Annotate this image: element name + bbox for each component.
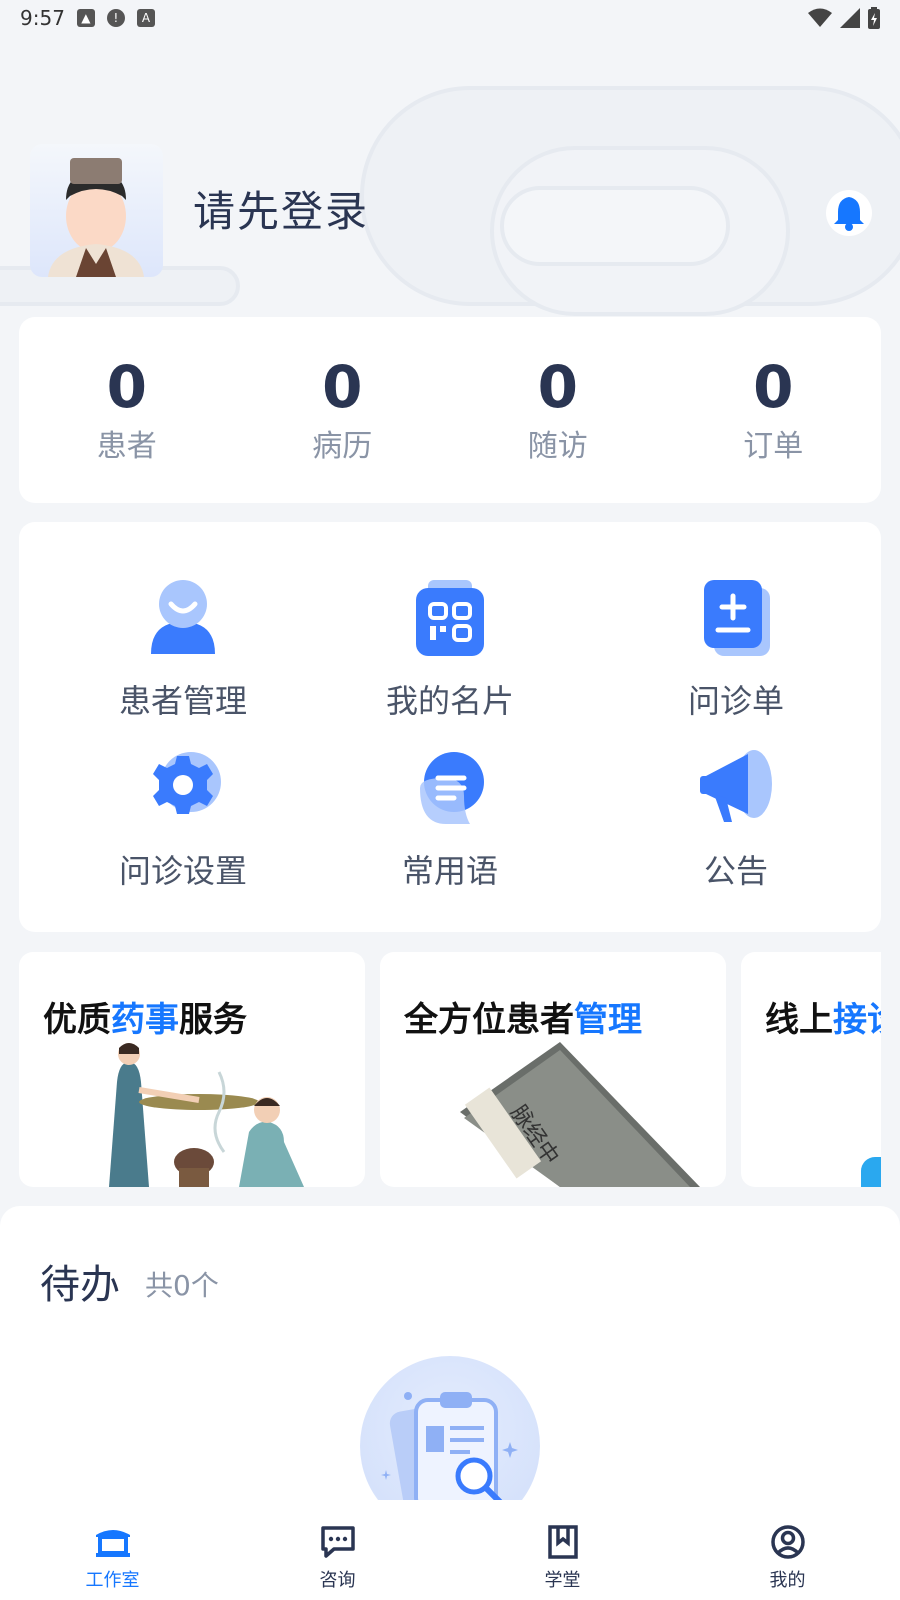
grid-item-consult-form[interactable]: 问诊单 xyxy=(616,578,856,722)
stat-value: 0 xyxy=(106,353,147,421)
nav-label: 学堂 xyxy=(544,1570,581,1591)
nav-academy[interactable]: 学堂 xyxy=(450,1500,675,1600)
todo-count: 共0个 xyxy=(145,1269,219,1302)
image-notification-icon: ▲ xyxy=(76,9,95,27)
grid-item-announcement[interactable]: 公告 xyxy=(616,748,856,892)
banner-title-part: 服务 xyxy=(179,1000,247,1040)
qr-card-icon xyxy=(410,578,490,658)
battery-icon xyxy=(868,7,880,29)
status-time: 9:57 xyxy=(20,6,65,30)
consult-form-icon xyxy=(696,578,776,658)
nav-label: 咨询 xyxy=(319,1570,356,1591)
doctor-avatar-icon xyxy=(48,158,144,277)
wifi-icon xyxy=(808,8,832,27)
font-notification-icon: A xyxy=(136,9,155,27)
banner-title-part: 优质 xyxy=(43,1000,111,1040)
avatar[interactable] xyxy=(30,144,163,277)
settings-gear-icon xyxy=(143,748,223,828)
nav-consult[interactable]: 咨询 xyxy=(225,1500,450,1600)
banner-patient-management[interactable]: 全方位患者管理 脉经中 xyxy=(380,952,726,1187)
grid-item-label: 公告 xyxy=(703,852,768,890)
grid-item-label: 问诊设置 xyxy=(118,852,247,890)
function-grid-card: 患者管理 我的名片 问诊单 问诊设置 常用语 公告 xyxy=(19,522,881,932)
stat-orders[interactable]: 0 订单 xyxy=(688,355,858,465)
notification-button[interactable] xyxy=(826,190,872,236)
user-circle-icon xyxy=(768,1522,808,1562)
grid-item-label: 我的名片 xyxy=(385,682,514,720)
stat-label: 病历 xyxy=(312,429,373,464)
todo-title: 待办 xyxy=(40,1262,120,1308)
banner-title-highlight: 药事 xyxy=(111,1000,179,1040)
stat-value: 0 xyxy=(753,353,794,421)
grid-item-label: 常用语 xyxy=(401,852,498,890)
stat-label: 患者 xyxy=(96,429,157,464)
grid-item-my-card[interactable]: 我的名片 xyxy=(330,578,570,722)
megaphone-icon xyxy=(696,748,776,828)
alert-notification-icon: ! xyxy=(106,9,125,27)
grid-item-label: 问诊单 xyxy=(687,682,784,720)
stats-card: 0 患者 0 病历 0 随访 0 订单 xyxy=(19,317,881,503)
chat-icon xyxy=(318,1522,358,1562)
grid-item-consult-settings[interactable]: 问诊设置 xyxy=(63,748,303,892)
studio-icon xyxy=(93,1522,133,1562)
banner-title: 优质药事服务 xyxy=(43,992,247,1041)
stat-value: 0 xyxy=(537,353,578,421)
banner-online-consultation[interactable]: 线上接诊 xyxy=(741,952,881,1187)
chat-bubble-icon xyxy=(410,748,490,828)
stat-patients[interactable]: 0 患者 xyxy=(42,355,212,465)
banner-carousel[interactable]: 优质药事服务 全方位患者管理 脉经中 线上接诊 xyxy=(19,952,881,1187)
login-prompt[interactable]: 请先登录 xyxy=(193,178,369,239)
nav-studio[interactable]: 工作室 xyxy=(0,1500,225,1600)
grid-item-common-phrases[interactable]: 常用语 xyxy=(330,748,570,892)
banner-title-part: 全方位患者 xyxy=(404,1000,574,1040)
medical-book-illustration: 脉经中 xyxy=(460,1042,700,1187)
nav-mine[interactable]: 我的 xyxy=(675,1500,900,1600)
banner-title-highlight: 管理 xyxy=(574,1000,642,1040)
banner-pharmacy-service[interactable]: 优质药事服务 xyxy=(19,952,365,1187)
stat-label: 订单 xyxy=(743,429,804,464)
patient-icon xyxy=(143,578,223,658)
banner-title-part: 线上 xyxy=(765,1000,833,1040)
todo-panel: 待办 共0个 xyxy=(0,1206,900,1536)
stat-value: 0 xyxy=(322,353,363,421)
status-bar: 9:57 ▲ ! A xyxy=(0,0,900,36)
stat-label: 随访 xyxy=(527,429,588,464)
bottom-nav: 工作室 咨询 学堂 我的 xyxy=(0,1500,900,1600)
banner-title: 全方位患者管理 xyxy=(404,992,642,1041)
grid-item-patient-management[interactable]: 患者管理 xyxy=(63,578,303,722)
nav-label: 工作室 xyxy=(85,1570,140,1591)
grid-item-label: 患者管理 xyxy=(118,682,247,720)
bell-icon xyxy=(834,197,864,231)
signal-icon xyxy=(840,8,860,28)
bookmark-icon xyxy=(543,1522,583,1562)
banner-title-highlight: 接诊 xyxy=(833,1000,881,1040)
banner-decoration xyxy=(861,1157,881,1187)
stat-followups[interactable]: 0 随访 xyxy=(473,355,643,465)
stat-records[interactable]: 0 病历 xyxy=(257,355,427,465)
nav-label: 我的 xyxy=(769,1570,806,1591)
banner-title: 线上接诊 xyxy=(765,992,881,1041)
herbal-tea-illustration xyxy=(109,1043,304,1187)
